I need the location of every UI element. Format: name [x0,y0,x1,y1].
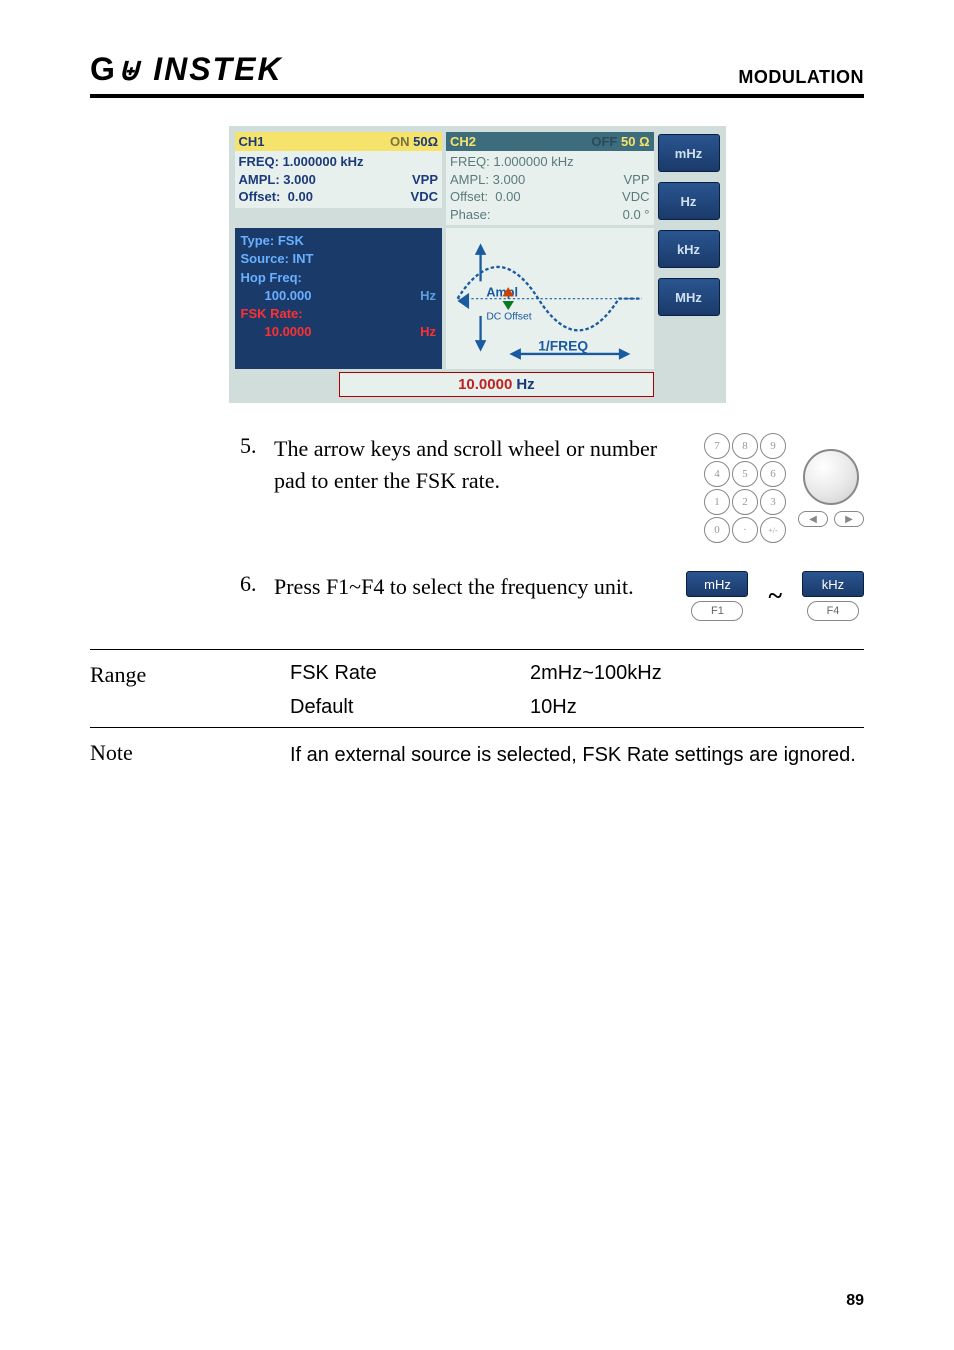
default-row: Default 10Hz [90,696,864,719]
section-title: MODULATION [738,67,864,88]
ch2-readout: FREQ: 1.000000 kHz AMPL: 3.000VPP Offset… [446,151,654,225]
right-arrow-icon: ▶ [834,511,864,527]
range-row: Range FSK Rate 2mHz~100kHz [90,662,864,688]
svg-text:Ampl: Ampl [486,286,518,300]
modulation-info: Type: FSK Source: INT Hop Freq: 100.000H… [235,228,443,369]
divider [90,649,864,650]
keypad-icon: 789 456 123 0·+/- [704,433,786,543]
note-row: Note If an external source is selected, … [90,740,864,770]
tilde-icon: ~ [768,581,782,611]
ch1-tab: CH1 ON 50Ω [235,132,443,151]
ch1-readout: FREQ: 1.000000 kHz AMPL: 3.000VPP Offset… [235,151,443,208]
value-readout: 10.0000Hz [339,372,653,397]
waveform-display: Ampl DC Offset 1/FREQ [446,228,653,369]
f3-button: kHz [658,230,720,268]
device-screenshot: CH1 ON 50Ω FREQ: 1.000000 kHz AMPL: 3.00… [229,126,726,403]
f4-label: F4 [807,601,859,621]
step-5: 5. The arrow keys and scroll wheel or nu… [240,433,864,543]
ch2-tab: CH2 OFF 50 Ω [446,132,654,151]
brand-logo: G⊎ INSTEK [90,50,283,88]
f2-button: Hz [658,182,720,220]
step-6: 6. Press F1~F4 to select the frequency u… [240,571,864,621]
softkey-khz: kHz [802,571,864,597]
page-header: G⊎ INSTEK MODULATION [90,50,864,98]
svg-text:DC Offset: DC Offset [486,312,531,323]
knob-icon [803,449,859,505]
svg-text:1/FREQ: 1/FREQ [538,338,588,354]
f1-button: mHz [658,134,720,172]
f4-button: MHz [658,278,720,316]
left-arrow-icon: ◀ [798,511,828,527]
softkey-mhz: mHz [686,571,748,597]
function-buttons: mHz Hz kHz MHz [658,132,720,397]
divider [90,727,864,728]
f1-label: F1 [691,601,743,621]
page-number: 89 [846,1292,864,1310]
